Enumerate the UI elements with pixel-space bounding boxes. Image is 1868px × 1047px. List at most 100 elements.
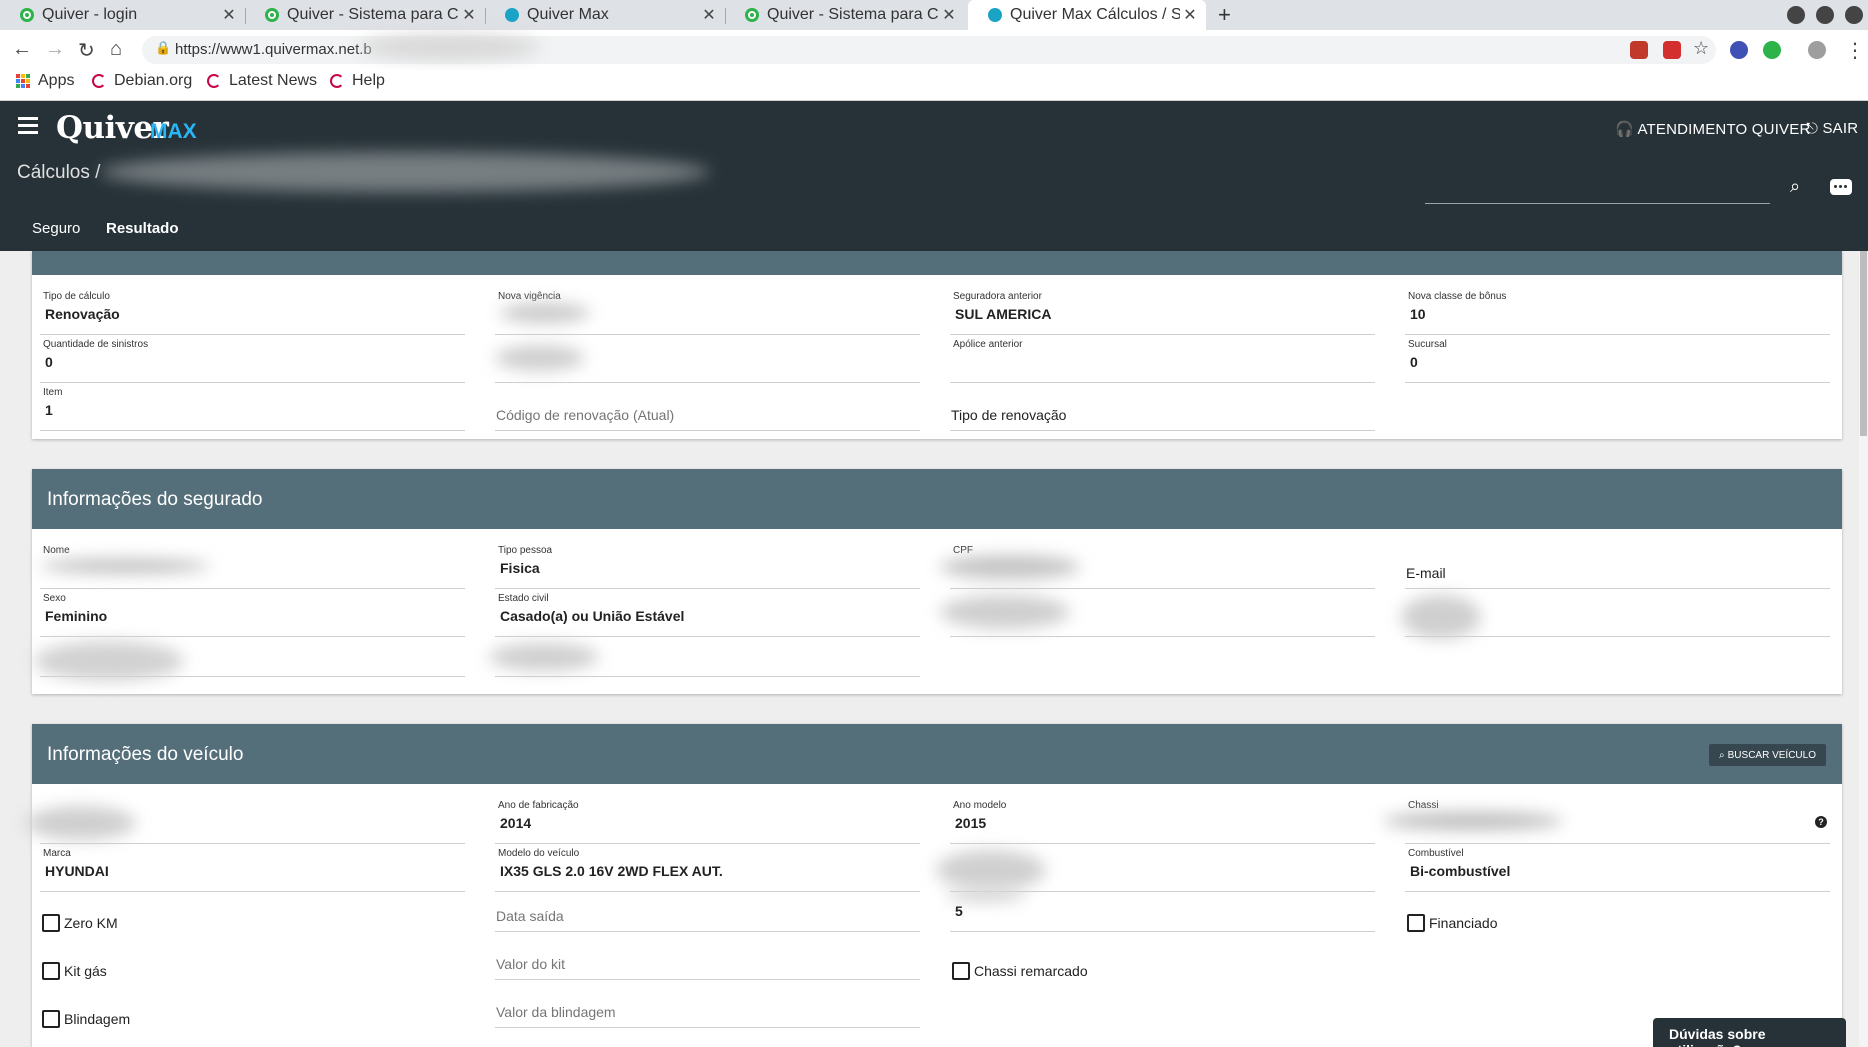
checkbox-box[interactable] (1407, 914, 1425, 932)
browser-tab[interactable]: Quiver - login ✕ (0, 0, 245, 30)
redacted-field[interactable] (489, 631, 920, 677)
lock-icon: 🔒 (155, 40, 172, 55)
favicon-icon (20, 8, 34, 22)
bookmark-latest-news[interactable]: Latest News (207, 72, 317, 90)
search-icon[interactable]: ⌕ (1790, 176, 1800, 197)
tipo-renovacao-field[interactable]: Tipo de renovação (950, 385, 1375, 431)
url-text[interactable]: https://www1.quivermax.net.b (175, 41, 372, 58)
extension-icon[interactable] (1663, 41, 1681, 59)
close-icon[interactable]: ✕ (1180, 5, 1200, 25)
browser-tab[interactable]: Quiver Max ✕ (485, 0, 725, 30)
minimize-icon[interactable] (1787, 6, 1805, 24)
combustivel-field[interactable]: Combustível Bi-combustível (1405, 846, 1830, 892)
redacted-field[interactable] (34, 631, 465, 681)
nome-field[interactable]: Nome (40, 543, 465, 589)
close-icon[interactable]: ✕ (939, 5, 959, 25)
home-icon[interactable]: ⌂ (110, 38, 122, 61)
apolice-anterior-field[interactable]: Apólice anterior (950, 337, 1375, 383)
logout-icon: ⎋ (1806, 120, 1819, 137)
chassi-field[interactable]: Chassi ? (1383, 798, 1830, 844)
extension-icon[interactable] (1730, 41, 1748, 59)
atendimento-link[interactable]: 🎧 ATENDIMENTO QUIVER (1615, 120, 1811, 138)
menu-dots-icon[interactable]: ⋮ (1845, 38, 1865, 63)
redacted-field[interactable] (26, 798, 465, 844)
valor-kit-field[interactable]: Valor do kit (495, 934, 920, 980)
favicon-icon (265, 8, 279, 22)
bookmark-help[interactable]: Help (330, 72, 385, 90)
maximize-icon[interactable] (1816, 6, 1834, 24)
quantidade-sinistros-field[interactable]: Quantidade de sinistros 0 (40, 337, 465, 383)
reload-icon[interactable]: ↻ (78, 38, 95, 63)
apps-grid-icon (16, 74, 30, 88)
checkbox-box[interactable] (42, 962, 60, 980)
checkbox-box[interactable] (42, 914, 60, 932)
browser-tab[interactable]: Quiver - Sistema para Cor ✕ (725, 0, 965, 30)
chat-icon[interactable] (1830, 179, 1852, 195)
extension-icon[interactable] (1763, 41, 1781, 59)
redacted-blur (40, 559, 210, 573)
browser-tab[interactable]: Quiver - Sistema para Cor ✕ (245, 0, 485, 30)
redacted-field[interactable] (940, 591, 1375, 637)
redacted-blur (946, 888, 1026, 902)
extension-icon[interactable] (1630, 41, 1648, 59)
window-close-icon[interactable] (1845, 6, 1863, 24)
close-icon[interactable]: ✕ (459, 5, 479, 25)
checkbox-box[interactable] (952, 962, 970, 980)
forward-icon[interactable]: → (45, 38, 65, 61)
ano-modelo-field[interactable]: Ano modelo 2015 (950, 798, 1375, 844)
quiver-icon (988, 8, 1002, 22)
redacted-blur (360, 34, 540, 60)
valor-blindagem-field[interactable]: Valor da blindagem (495, 982, 920, 1028)
back-icon[interactable]: ← (12, 38, 32, 61)
marca-field[interactable]: Marca HYUNDAI (40, 846, 465, 892)
section-title: Informações do segurado (32, 469, 1842, 529)
nova-vigencia-field[interactable]: Nova vigência (495, 289, 920, 335)
debian-icon (92, 74, 106, 88)
tipo-pessoa-field[interactable]: Tipo pessoa Fisica (495, 543, 920, 589)
header-search-input[interactable] (1425, 203, 1770, 204)
close-icon[interactable]: ✕ (219, 5, 239, 25)
data-saida-field[interactable]: Data saída (495, 886, 920, 932)
profile-icon[interactable] (1808, 41, 1826, 59)
chassi-remarcado-checkbox[interactable]: Chassi remarcado (952, 962, 1088, 980)
browser-tab-active[interactable]: Quiver Max Cálculos / SIO ✕ (968, 0, 1206, 30)
redacted-blur (1401, 595, 1481, 639)
sucursal-field[interactable]: Sucursal 0 (1405, 337, 1830, 383)
bookmark-debian[interactable]: Debian.org (92, 72, 192, 90)
redacted-blur (495, 345, 585, 371)
cpf-field[interactable]: CPF (940, 543, 1375, 589)
redacted-field[interactable] (495, 337, 920, 383)
email-field[interactable]: E-mail (1405, 543, 1830, 589)
checkbox-box[interactable] (42, 1010, 60, 1028)
search-icon: ⌕ (1719, 749, 1725, 761)
redacted-field[interactable] (1401, 591, 1830, 639)
help-widget-button[interactable]: Dúvidas sobre utilização? (1653, 1018, 1846, 1047)
star-icon[interactable]: ☆ (1693, 38, 1709, 59)
blindagem-checkbox[interactable]: Blindagem (42, 1010, 130, 1028)
close-icon[interactable]: ✕ (699, 5, 719, 25)
item-field[interactable]: Item 1 (40, 385, 465, 431)
tab-seguro[interactable]: Seguro (32, 220, 80, 237)
tipo-calculo-field[interactable]: Tipo de cálculo Renovação (40, 289, 465, 335)
tab-resultado[interactable]: Resultado (106, 220, 179, 237)
page-scrollbar[interactable] (1859, 251, 1868, 1047)
nova-classe-bonus-field[interactable]: Nova classe de bônus 10 (1405, 289, 1830, 335)
debian-icon (330, 74, 344, 88)
lotacao-field[interactable]: 5 (946, 886, 1375, 932)
seguradora-anterior-field[interactable]: Seguradora anterior SUL AMERICA (950, 289, 1375, 335)
codigo-renovacao-field[interactable]: Código de renovação (Atual) (495, 385, 920, 431)
sair-link[interactable]: ⎋ SAIR (1806, 120, 1858, 137)
zero-km-checkbox[interactable]: Zero KM (42, 914, 118, 932)
hamburger-menu-icon[interactable] (18, 117, 38, 138)
ano-fabricacao-field[interactable]: Ano de fabricação 2014 (495, 798, 920, 844)
buscar-veiculo-button[interactable]: ⌕ BUSCAR VEÍCULO (1709, 744, 1826, 766)
new-tab-button[interactable]: + (1218, 2, 1231, 28)
logo-suffix: MAX (150, 120, 197, 143)
scrollbar-thumb[interactable] (1860, 251, 1867, 436)
help-icon[interactable]: ? (1815, 816, 1827, 828)
bookmark-apps[interactable]: Apps (16, 72, 74, 90)
kit-gas-checkbox[interactable]: Kit gás (42, 962, 107, 980)
breadcrumb: Cálculos / (17, 162, 101, 183)
redacted-blur (500, 303, 590, 323)
financiado-checkbox[interactable]: Financiado (1407, 914, 1498, 932)
